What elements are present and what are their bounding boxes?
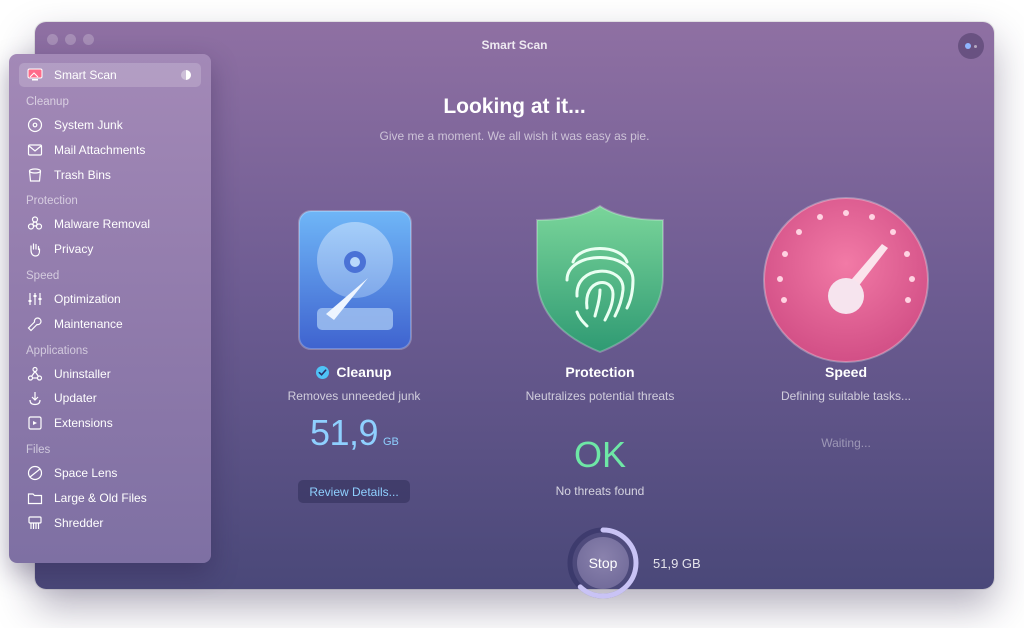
- sidebar-item-label: Large & Old Files: [54, 490, 147, 505]
- sidebar-item-smart-scan[interactable]: Smart Scan: [19, 63, 201, 87]
- hard-drive-icon: [298, 210, 412, 350]
- sidebar-item-mail-attachments[interactable]: Mail Attachments: [19, 138, 201, 162]
- sidebar-item-extensions[interactable]: Extensions: [19, 411, 201, 435]
- trash-icon: [27, 167, 43, 183]
- sidebar-item-label: System Junk: [54, 118, 123, 132]
- protection-title: Protection: [565, 364, 635, 380]
- sidebar-item-privacy[interactable]: Privacy: [19, 237, 201, 261]
- disc-icon: [27, 117, 43, 133]
- cleanup-title: Cleanup: [244, 364, 464, 380]
- stop-control: Stop: [566, 526, 640, 600]
- shredder-icon: [27, 515, 43, 531]
- shield-fingerprint-icon: [536, 204, 664, 354]
- speed-description: Defining suitable tasks...: [780, 389, 912, 403]
- folder-icon: [27, 490, 43, 506]
- wrench-icon: [27, 316, 43, 332]
- sidebar-item-label: Uninstaller: [54, 366, 111, 381]
- sidebar-section-speed: Speed: [26, 270, 60, 282]
- speed-title: Speed: [824, 364, 867, 380]
- sidebar-section-files: Files: [26, 444, 51, 456]
- sidebar-section-cleanup: Cleanup: [26, 96, 69, 108]
- window-title: Smart Scan: [481, 38, 548, 52]
- cleanup-description: Removes unneeded junk: [287, 389, 421, 403]
- sidebar-item-label: Maintenance: [54, 316, 123, 331]
- sidebar-item-label: Space Lens: [54, 466, 118, 480]
- biohazard-icon: [27, 216, 43, 232]
- sidebar-item-system-junk[interactable]: System Junk: [19, 113, 201, 137]
- assistant-dot: [974, 44, 977, 48]
- sidebar-section-protection: Protection: [26, 195, 78, 208]
- sliders-icon: [27, 291, 43, 307]
- sidebar-item-shredder[interactable]: Shredder: [19, 511, 201, 535]
- update-icon: [27, 390, 43, 406]
- sidebar-item-maintenance[interactable]: Maintenance: [19, 312, 201, 336]
- check-icon: [316, 365, 330, 379]
- speedometer-icon: [763, 197, 929, 363]
- hand-icon: [27, 241, 43, 257]
- sidebar-item-label: Extensions: [54, 416, 113, 431]
- sidebar-section-applications: Applications: [26, 344, 89, 357]
- assistant-button[interactable]: [958, 33, 984, 59]
- sidebar-item-updater[interactable]: Updater: [19, 386, 201, 410]
- sidebar-item-label: Shredder: [54, 515, 104, 530]
- sidebar-item-optimization[interactable]: Optimization: [19, 287, 201, 311]
- sidebar-item-label: Malware Removal: [54, 217, 151, 232]
- progress-pie-icon: [181, 70, 191, 80]
- protection-note: No threats found: [555, 484, 645, 498]
- envelope-icon: [27, 142, 43, 158]
- assistant-icon: [965, 43, 971, 49]
- sidebar: Smart Scan Cleanup System Junk Mail Attach…: [9, 54, 211, 563]
- sidebar-item-malware-removal[interactable]: Malware Removal: [19, 212, 201, 236]
- sidebar-item-uninstaller[interactable]: Uninstaller: [19, 362, 201, 386]
- stop-button[interactable]: Stop: [577, 537, 629, 589]
- sidebar-item-label: Smart Scan: [54, 68, 117, 82]
- sidebar-item-large-and-old-files[interactable]: Large & Old Files: [19, 486, 201, 510]
- sidebar-item-trash-bins[interactable]: Trash Bins: [19, 163, 201, 187]
- sidebar-item-label: Privacy: [54, 242, 94, 257]
- cleanup-title-text: Cleanup: [336, 364, 392, 380]
- protection-status: OK: [573, 434, 626, 475]
- cleanup-unit: GB: [383, 436, 399, 448]
- protection-description: Neutralizes potential threats: [525, 389, 675, 403]
- scanned-size: 51,9 GB: [653, 556, 701, 571]
- sidebar-item-label: Mail Attachments: [54, 142, 146, 157]
- review-details-button[interactable]: Review Details...: [298, 480, 410, 503]
- sidebar-item-label: Trash Bins: [54, 167, 111, 182]
- sidebar-item-space-lens[interactable]: Space Lens: [19, 461, 201, 485]
- extensions-icon: [27, 415, 43, 431]
- cleanup-value: 51,9: [310, 412, 379, 453]
- sidebar-item-label: Updater: [54, 391, 97, 406]
- sidebar-item-label: Optimization: [54, 292, 121, 306]
- lens-icon: [27, 465, 43, 481]
- uninstaller-icon: [27, 366, 43, 382]
- speed-status: Waiting...: [821, 436, 871, 450]
- monitor-icon: [27, 67, 43, 83]
